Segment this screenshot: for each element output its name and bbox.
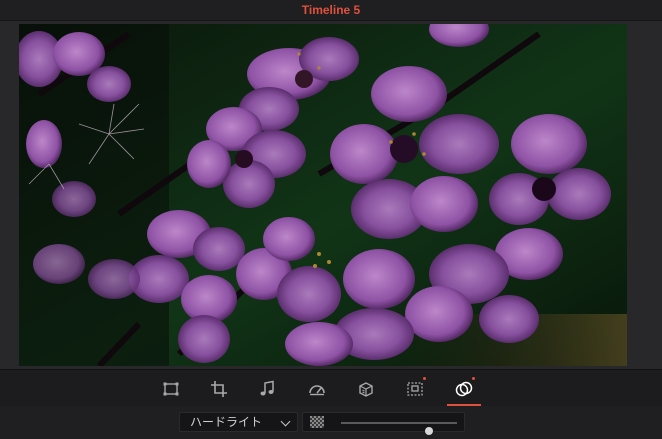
inspector-toolbar	[0, 369, 662, 407]
composite-tool[interactable]	[447, 376, 481, 406]
audio-icon	[260, 380, 274, 396]
opacity-control	[302, 412, 465, 435]
opacity-slider-handle[interactable]	[425, 427, 434, 435]
title-bar: Timeline 5	[0, 0, 662, 21]
composite-badge	[472, 377, 475, 380]
transform-tool[interactable]	[158, 376, 184, 402]
chevron-down-icon	[280, 416, 291, 427]
timeline-title: Timeline 5	[301, 3, 361, 17]
video-viewer[interactable]	[19, 24, 627, 366]
composite-mode-dropdown[interactable]: ハードライト	[179, 412, 298, 432]
dynamic-zoom-tool[interactable]	[402, 376, 428, 402]
opacity-checker-icon	[310, 416, 324, 428]
dynamic-zoom-icon	[407, 382, 423, 396]
speed-tool[interactable]	[304, 376, 330, 402]
transform-icon	[163, 382, 179, 396]
stabilization-icon	[359, 382, 373, 397]
crop-tool[interactable]	[206, 376, 232, 402]
composite-controls: ハードライト	[0, 406, 662, 439]
composite-icon	[455, 381, 473, 397]
preview-frame-image	[19, 24, 627, 366]
audio-tool[interactable]	[254, 376, 280, 402]
speed-icon	[309, 385, 325, 396]
dynamic-zoom-badge	[423, 377, 426, 380]
composite-mode-value: ハードライト	[190, 415, 263, 429]
opacity-slider[interactable]	[341, 422, 457, 435]
crop-icon	[211, 381, 227, 397]
stabilization-tool[interactable]	[353, 376, 379, 402]
